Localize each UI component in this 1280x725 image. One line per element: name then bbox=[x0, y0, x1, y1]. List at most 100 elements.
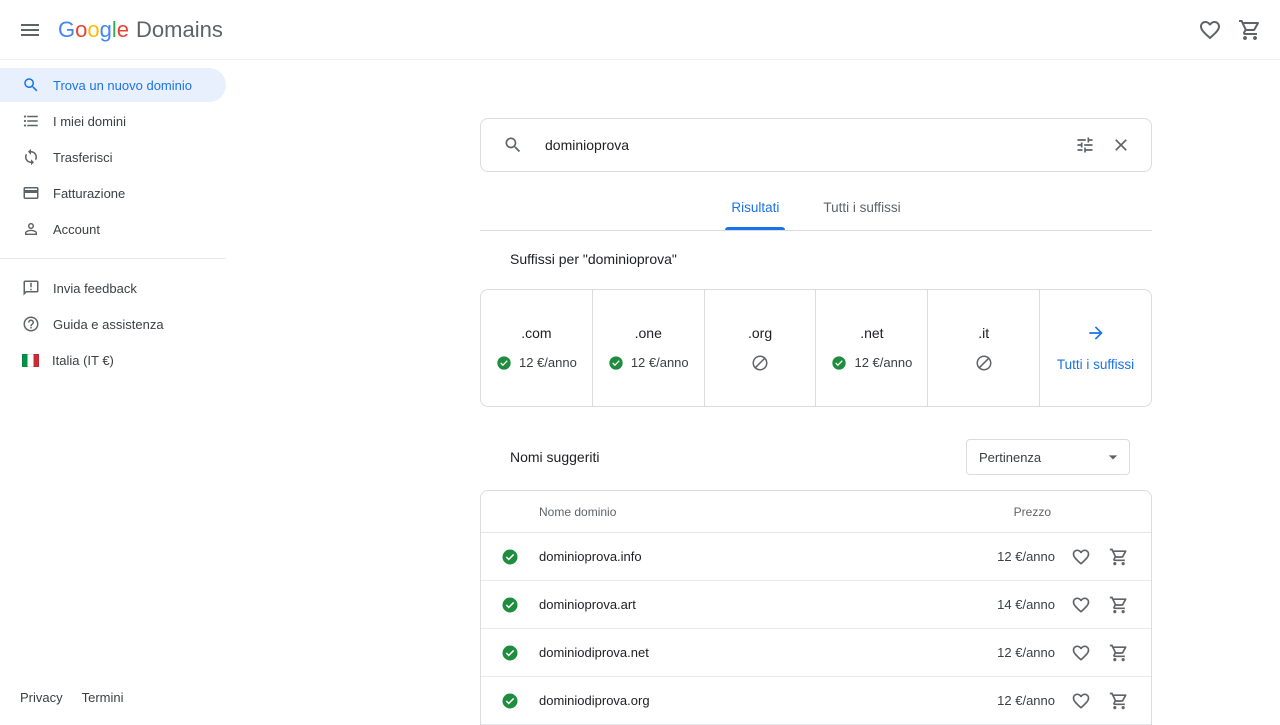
tld-label: .one bbox=[635, 325, 662, 341]
favorites-button[interactable] bbox=[1190, 10, 1230, 50]
domain-search-box bbox=[480, 118, 1152, 172]
sidebar-item-transfer[interactable]: Trasferisci bbox=[0, 140, 226, 174]
tld-status: 12 €/anno bbox=[496, 354, 577, 372]
search-icon bbox=[22, 76, 40, 94]
favorite-button[interactable] bbox=[1063, 539, 1099, 575]
tld-label: .it bbox=[978, 325, 989, 341]
tab-all-suffixes[interactable]: Tutti i suffissi bbox=[801, 187, 922, 230]
suffix-card-org[interactable]: .org bbox=[704, 290, 816, 406]
domain-price: 12 €/anno bbox=[965, 645, 1055, 660]
main-content: Risultati Tutti i suffissi Suffissi per … bbox=[480, 60, 1152, 725]
favorite-button[interactable] bbox=[1063, 587, 1099, 623]
sidebar-item-account[interactable]: Account bbox=[0, 212, 226, 246]
chevron-down-icon bbox=[1103, 447, 1123, 467]
add-to-cart-button[interactable] bbox=[1101, 587, 1137, 623]
domain-name: dominioprova.art bbox=[539, 597, 965, 612]
domain-price: 12 €/anno bbox=[965, 549, 1055, 564]
sidebar-item-feedback[interactable]: Invia feedback bbox=[0, 271, 226, 305]
available-icon bbox=[501, 548, 519, 566]
sort-dropdown[interactable]: Pertinenza bbox=[966, 439, 1130, 475]
logo-domains: Domains bbox=[136, 17, 223, 43]
column-header-price: Prezzo bbox=[1014, 505, 1051, 519]
sidebar-item-billing[interactable]: Fatturazione bbox=[0, 176, 226, 210]
credit-card-icon bbox=[22, 184, 40, 202]
domain-name: dominiodiprova.org bbox=[539, 693, 965, 708]
domain-price: 12 €/anno bbox=[965, 693, 1055, 708]
privacy-link[interactable]: Privacy bbox=[20, 690, 63, 705]
tld-status: Tutti i suffissi bbox=[1057, 356, 1134, 374]
available-icon bbox=[501, 596, 519, 614]
transfer-icon bbox=[22, 148, 40, 166]
list-icon bbox=[22, 112, 40, 130]
tld-label: .com bbox=[521, 325, 551, 341]
tld-price: 12 €/anno bbox=[631, 355, 689, 370]
table-header: Nome dominio Prezzo bbox=[481, 491, 1151, 533]
suffix-card-com[interactable]: .com 12 €/anno bbox=[481, 290, 592, 406]
sidebar-item-locale[interactable]: Italia (IT €) bbox=[0, 343, 226, 377]
tld-price: 12 €/anno bbox=[519, 355, 577, 370]
add-to-cart-button[interactable] bbox=[1101, 635, 1137, 671]
suffix-card-net[interactable]: .net 12 €/anno bbox=[815, 290, 927, 406]
cart-icon bbox=[1109, 691, 1129, 711]
favorite-button[interactable] bbox=[1063, 683, 1099, 719]
domain-price: 14 €/anno bbox=[965, 597, 1055, 612]
menu-button[interactable] bbox=[10, 10, 50, 50]
heart-icon bbox=[1071, 691, 1091, 711]
unavailable-icon bbox=[975, 354, 993, 372]
suffix-grid: .com 12 €/anno .one 12 €/anno .org .net … bbox=[480, 289, 1152, 407]
google-domains-logo[interactable]: Google Domains bbox=[58, 17, 223, 43]
help-icon bbox=[22, 315, 40, 333]
heart-icon bbox=[1198, 18, 1222, 42]
sidebar-item-help[interactable]: Guida e assistenza bbox=[0, 307, 226, 341]
filter-button[interactable] bbox=[1067, 127, 1103, 163]
suggestions-heading: Nomi suggeriti bbox=[480, 449, 599, 465]
person-icon bbox=[22, 220, 40, 238]
favorite-button[interactable] bbox=[1063, 635, 1099, 671]
search-icon bbox=[503, 135, 523, 155]
tld-label: .net bbox=[860, 325, 883, 341]
sidebar-item-find-domain[interactable]: Trova un nuovo dominio bbox=[0, 68, 226, 102]
sidebar: Trova un nuovo dominio I miei domini Tra… bbox=[0, 68, 226, 379]
table-row: dominioprova.art 14 €/anno bbox=[481, 581, 1151, 629]
sidebar-item-my-domains[interactable]: I miei domini bbox=[0, 104, 226, 138]
clear-search-button[interactable] bbox=[1103, 127, 1139, 163]
unavailable-icon bbox=[751, 354, 769, 372]
suffix-card-it[interactable]: .it bbox=[927, 290, 1039, 406]
logo-google: Google bbox=[58, 17, 129, 43]
column-header-domain: Nome dominio bbox=[539, 505, 616, 519]
sidebar-item-label: I miei domini bbox=[53, 114, 126, 129]
tld-status bbox=[751, 354, 769, 372]
add-to-cart-button[interactable] bbox=[1101, 539, 1137, 575]
available-icon bbox=[501, 644, 519, 662]
available-icon bbox=[608, 355, 624, 371]
add-to-cart-button[interactable] bbox=[1101, 683, 1137, 719]
sidebar-item-label: Invia feedback bbox=[53, 281, 137, 296]
suffix-card-all-suffixes[interactable]: Tutti i suffissi bbox=[1039, 290, 1151, 406]
sidebar-item-label: Trova un nuovo dominio bbox=[53, 78, 192, 93]
tune-icon bbox=[1075, 135, 1095, 155]
terms-link[interactable]: Termini bbox=[82, 690, 124, 705]
close-icon bbox=[1111, 135, 1131, 155]
domain-name: dominiodiprova.net bbox=[539, 645, 965, 660]
domain-search-input[interactable] bbox=[545, 137, 1067, 153]
cart-button[interactable] bbox=[1230, 10, 1270, 50]
available-icon bbox=[831, 355, 847, 371]
sidebar-item-label: Guida e assistenza bbox=[53, 317, 164, 332]
available-icon bbox=[501, 692, 519, 710]
table-row: dominioprova.info 12 €/anno bbox=[481, 533, 1151, 581]
heart-icon bbox=[1071, 547, 1091, 567]
sidebar-item-label: Italia (IT €) bbox=[52, 353, 114, 368]
feedback-icon bbox=[22, 279, 40, 297]
sort-dropdown-value: Pertinenza bbox=[979, 450, 1041, 465]
tld-status: 12 €/anno bbox=[831, 354, 912, 372]
table-row: dominiodiprova.org 12 €/anno bbox=[481, 677, 1151, 725]
heart-icon bbox=[1071, 643, 1091, 663]
tld-status bbox=[975, 354, 993, 372]
suffix-card-one[interactable]: .one 12 €/anno bbox=[592, 290, 704, 406]
table-row: dominiodiprova.net 12 €/anno bbox=[481, 629, 1151, 677]
cart-icon bbox=[1238, 18, 1262, 42]
tabs: Risultati Tutti i suffissi bbox=[480, 187, 1152, 231]
tab-results[interactable]: Risultati bbox=[709, 187, 801, 230]
arrow-right-icon bbox=[1086, 323, 1106, 343]
all-suffixes-link: Tutti i suffissi bbox=[1057, 357, 1134, 372]
